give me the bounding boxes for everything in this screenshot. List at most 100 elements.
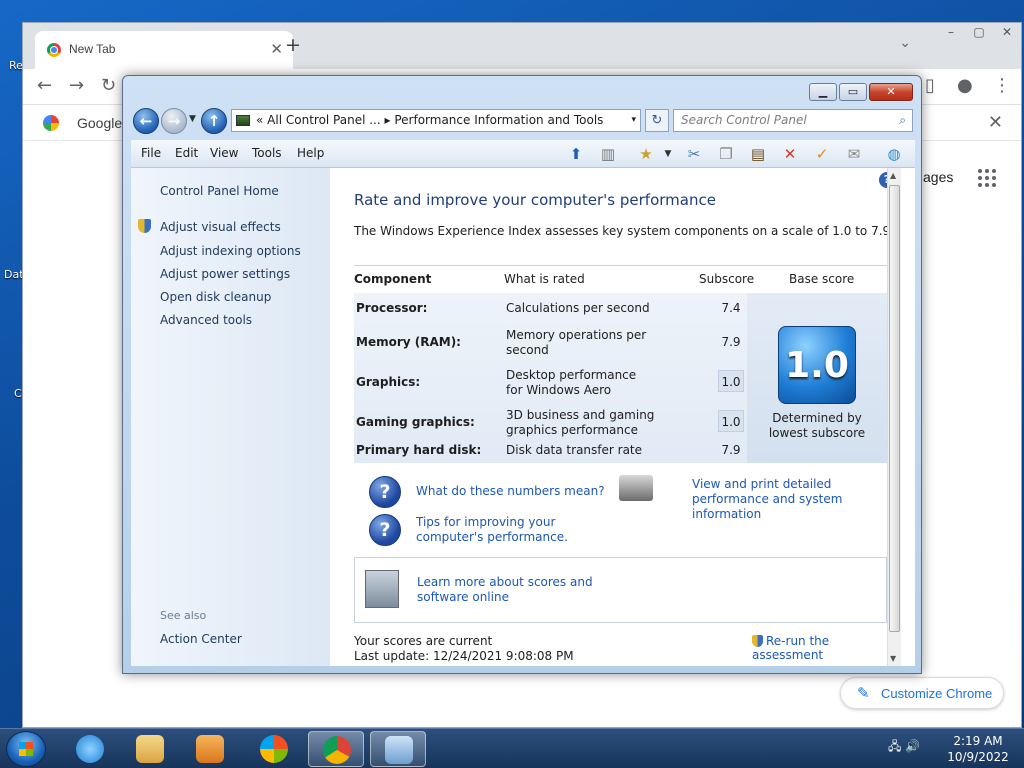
chrome-favicon-icon — [47, 43, 61, 57]
email-icon[interactable]: ✉ — [843, 143, 865, 165]
refresh-button[interactable]: ↻ — [645, 109, 669, 132]
status-last-update: Last update: 12/24/2021 9:08:08 PM — [354, 649, 574, 663]
desktop-icon-label[interactable]: Dat — [4, 268, 24, 281]
clock[interactable]: 2:19 AM 10/9/2022 — [940, 733, 1016, 765]
task-action-center[interactable]: Action Center — [160, 632, 242, 646]
search-input[interactable]: Search Control Panel ⌕ — [673, 109, 913, 132]
images-link[interactable]: ages — [923, 169, 953, 185]
close-button[interactable]: ✕ — [869, 83, 913, 101]
copy-icon[interactable]: ❐ — [715, 143, 737, 165]
taskbar-chrome[interactable] — [308, 731, 364, 767]
breadcrumb[interactable]: « All Control Panel ... ▸ Performance In… — [256, 110, 603, 131]
link-view-print-details[interactable]: View and print detailed performance and … — [692, 477, 892, 522]
table-row: Memory (RAM): Memory operations per seco… — [354, 325, 747, 359]
taskbar-internet-explorer[interactable] — [62, 731, 118, 767]
media-player-icon — [196, 735, 224, 763]
learn-more-box: Learn more about scores and software onl… — [354, 557, 887, 623]
chrome-tab[interactable]: New Tab ✕ — [35, 31, 293, 69]
link-tips-improving-performance[interactable]: Tips for improving your computer's perfo… — [416, 515, 626, 545]
taskbar-media-player[interactable] — [182, 731, 238, 767]
reload-icon[interactable]: ↻ — [101, 75, 116, 96]
system-tray-icons[interactable]: 🖧 🔊 — [888, 737, 920, 758]
customize-chrome-button[interactable]: ✎ Customize Chrome — [840, 677, 1004, 709]
header-base-score: Base score — [789, 272, 855, 286]
chrome-tab-title: New Tab — [69, 42, 116, 56]
menu-help[interactable]: Help — [297, 146, 324, 160]
tab-search-chevron-icon[interactable]: ⌄ — [899, 35, 911, 51]
back-button[interactable]: ← — [133, 108, 159, 134]
scrollbar-thumb[interactable] — [889, 185, 900, 632]
menu-file[interactable]: File — [141, 146, 161, 160]
header-what-is-rated: What is rated — [504, 272, 585, 286]
menu-kebab-icon[interactable]: ⋮ — [993, 75, 1011, 96]
delete-icon[interactable]: ✕ — [779, 143, 801, 165]
subscore-value: 7.4 — [721, 301, 741, 315]
component-name: Gaming graphics: — [356, 415, 475, 429]
link-what-do-these-numbers-mean[interactable]: What do these numbers mean? — [416, 484, 605, 499]
task-control-panel-home[interactable]: Control Panel Home — [160, 184, 279, 198]
scroll-up-arrow-icon[interactable]: ▲ — [890, 171, 896, 180]
cut-icon[interactable]: ✂ — [683, 143, 705, 165]
main-pane: ? Rate and improve your computer's perfo… — [331, 168, 901, 666]
rerun-assessment-link[interactable]: Re-run the assessment — [752, 634, 901, 662]
address-bar[interactable]: « All Control Panel ... ▸ Performance In… — [231, 109, 641, 132]
scroll-down-arrow-icon[interactable]: ▼ — [890, 654, 896, 663]
menu-view[interactable]: View — [210, 146, 238, 160]
menu-tools[interactable]: Tools — [252, 146, 282, 160]
recent-pages-dropdown-icon[interactable]: ▼ — [189, 114, 196, 124]
desktop-icon-label[interactable]: C — [14, 387, 22, 400]
globe-icon[interactable]: ◍ — [883, 143, 905, 165]
task-adjust-power-settings[interactable]: Adjust power settings — [160, 267, 290, 281]
favorites-dropdown-icon[interactable]: ▼ — [657, 143, 679, 165]
vertical-scrollbar[interactable]: ▲ ▼ — [887, 168, 901, 666]
breadcrumb-path[interactable]: All Control Panel ... ▸ Performance Info… — [267, 113, 603, 127]
google-apps-icon[interactable] — [978, 169, 996, 187]
up-button[interactable]: ↑ — [201, 108, 227, 134]
task-advanced-tools[interactable]: Advanced tools — [160, 313, 252, 327]
component-name: Graphics: — [356, 375, 421, 389]
close-tab-icon[interactable]: ✕ — [270, 40, 283, 58]
link-learn-more-scores[interactable]: Learn more about scores and software onl… — [417, 575, 607, 605]
clock-date: 10/9/2022 — [947, 750, 1009, 764]
pencil-icon: ✎ — [857, 684, 870, 702]
minimize-button[interactable]: ▁ — [809, 83, 837, 101]
address-dropdown-icon[interactable]: ▾ — [631, 110, 636, 131]
side-panel-icon[interactable]: ▯ — [925, 75, 935, 96]
chrome-maximize-button[interactable]: ▢ — [967, 25, 991, 41]
new-tab-button[interactable]: + — [285, 34, 301, 56]
task-adjust-visual-effects[interactable]: Adjust visual effects — [160, 220, 281, 234]
table-row: Processor: Calculations per second 7.4 — [354, 295, 747, 329]
bookmark-google[interactable]: Google — [77, 115, 122, 131]
start-button[interactable] — [6, 731, 46, 767]
tasks-pane: Control Panel Home Adjust visual effects… — [131, 168, 330, 666]
navigation-bar: ← → ▼ ↑ « All Control Panel ... ▸ Perfor… — [131, 106, 915, 136]
chrome-close-button[interactable]: ✕ — [995, 25, 1019, 41]
chrome-minimize-button[interactable]: – — [939, 25, 963, 41]
taskbar-windows[interactable] — [246, 731, 302, 767]
breadcrumb-overflow[interactable]: « — [256, 113, 263, 127]
taskbar: 🖧 🔊 2:19 AM 10/9/2022 — [0, 728, 1024, 768]
back-arrow-icon[interactable]: ← — [37, 75, 52, 96]
favorites-icon[interactable]: ★ — [635, 143, 657, 165]
component-name: Primary hard disk: — [356, 443, 482, 457]
forward-arrow-icon[interactable]: → — [69, 75, 84, 96]
taskbar-control-panel[interactable] — [370, 731, 426, 767]
task-adjust-indexing-options[interactable]: Adjust indexing options — [160, 244, 301, 258]
taskbar-file-explorer[interactable] — [122, 731, 178, 767]
forward-button[interactable]: → — [161, 108, 187, 134]
up-folder-icon[interactable]: ⬆ — [565, 143, 587, 165]
close-icon[interactable]: ✕ — [988, 112, 1003, 133]
search-icon[interactable]: ⌕ — [899, 110, 906, 131]
table-row: Primary hard disk: Disk data transfer ra… — [354, 437, 747, 471]
paste-icon[interactable]: ▤ — [747, 143, 769, 165]
checkmark-icon[interactable]: ✓ — [811, 143, 833, 165]
table-row: Gaming graphics: 3D business and gaming … — [354, 405, 747, 439]
subscore-value: 1.0 — [718, 410, 744, 432]
profile-icon[interactable]: ● — [957, 75, 973, 96]
maximize-button[interactable]: ▭ — [839, 83, 867, 101]
task-open-disk-cleanup[interactable]: Open disk cleanup — [160, 290, 271, 304]
desktop-icon-label[interactable]: Re — [9, 59, 23, 72]
layout-pane-icon[interactable]: ▥ — [597, 143, 619, 165]
menu-edit[interactable]: Edit — [175, 146, 198, 160]
component-name: Memory (RAM): — [356, 335, 461, 349]
